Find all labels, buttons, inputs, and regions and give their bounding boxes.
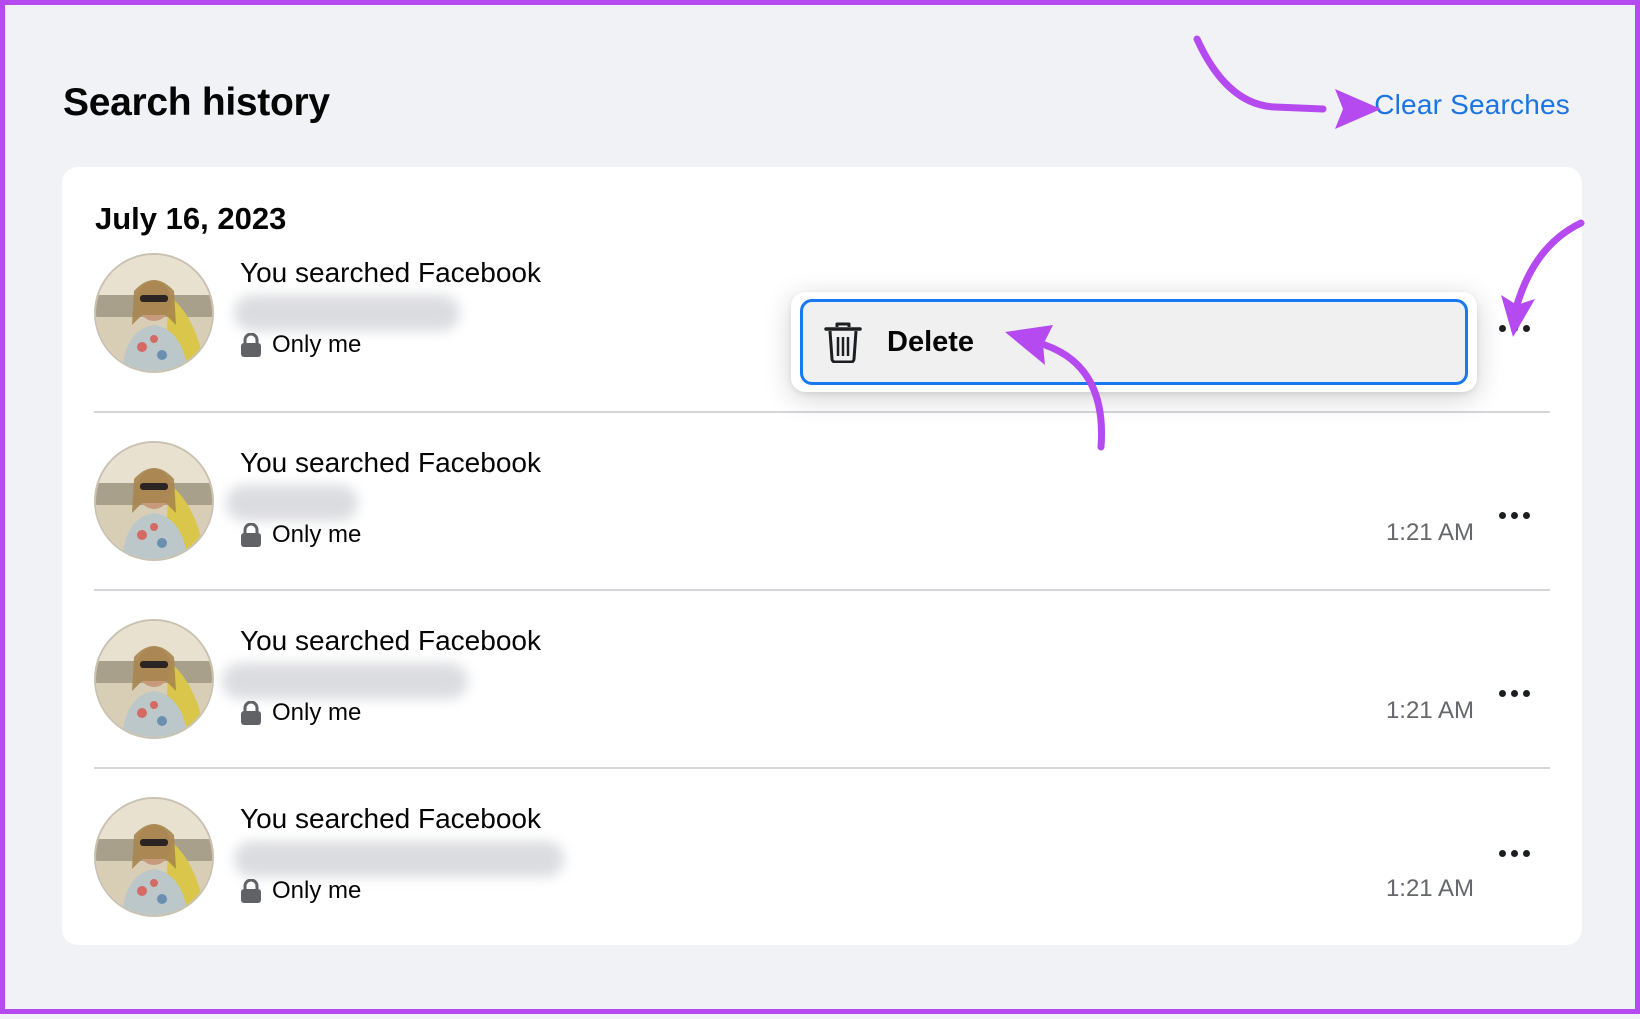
redacted-search-term	[234, 841, 564, 877]
more-icon	[1498, 689, 1506, 697]
redacted-search-term	[234, 295, 460, 331]
delete-label: Delete	[887, 325, 975, 358]
search-entry-text: You searched Facebook	[240, 447, 541, 478]
search-entry-text: You searched Facebook	[240, 257, 541, 288]
trash-icon	[824, 322, 862, 363]
more-icon	[1498, 849, 1506, 857]
privacy-text: Only me	[272, 331, 362, 358]
privacy-text: Only me	[272, 877, 362, 904]
privacy-text: Only me	[272, 521, 362, 548]
redacted-search-term	[226, 485, 358, 521]
timestamp: 1:21 AM	[1385, 875, 1474, 902]
arrow-to-clear-searches	[1193, 35, 1327, 113]
delete-menu-item[interactable]: Delete	[800, 299, 1468, 385]
search-entry-text: You searched Facebook	[240, 625, 541, 656]
lock-icon	[241, 701, 261, 725]
page-title: Search history	[63, 81, 330, 124]
list-item: You searched Facebook Only me 1:21 AM	[94, 589, 1550, 769]
more-options-button[interactable]	[1492, 671, 1536, 715]
more-options-button[interactable]	[1492, 831, 1536, 875]
date-heading: July 16, 2023	[95, 201, 287, 236]
lock-icon	[241, 333, 261, 357]
timestamp: 1:21 AM	[1385, 519, 1474, 546]
context-menu: Delete	[791, 292, 1477, 392]
lock-icon	[241, 879, 261, 903]
privacy-label: Only me	[240, 877, 361, 905]
more-icon	[1498, 324, 1506, 332]
privacy-label: Only me	[240, 699, 361, 727]
timestamp: 1:21 AM	[1385, 697, 1474, 724]
avatar	[94, 441, 214, 561]
lock-icon	[241, 523, 261, 547]
list-item: You searched Facebook Only me 1:21 AM	[94, 767, 1550, 947]
privacy-text: Only me	[272, 699, 362, 726]
more-options-button[interactable]	[1492, 306, 1536, 350]
search-history-card: July 16, 2023 You searched Facebook Only…	[62, 167, 1582, 945]
redacted-search-term	[222, 663, 468, 699]
privacy-label: Only me	[240, 521, 361, 549]
list-item: You searched Facebook Only me 1:21 AM	[94, 411, 1550, 591]
more-options-button[interactable]	[1492, 493, 1536, 537]
more-icon	[1498, 511, 1506, 519]
clear-searches-link[interactable]: Clear Searches	[1374, 89, 1570, 121]
search-entry-text: You searched Facebook	[240, 803, 541, 834]
avatar	[94, 253, 214, 373]
avatar	[94, 797, 214, 917]
screenshot-frame: Search history Clear Searches July 16, 2…	[0, 0, 1640, 1014]
privacy-label: Only me	[240, 331, 361, 359]
avatar	[94, 619, 214, 739]
